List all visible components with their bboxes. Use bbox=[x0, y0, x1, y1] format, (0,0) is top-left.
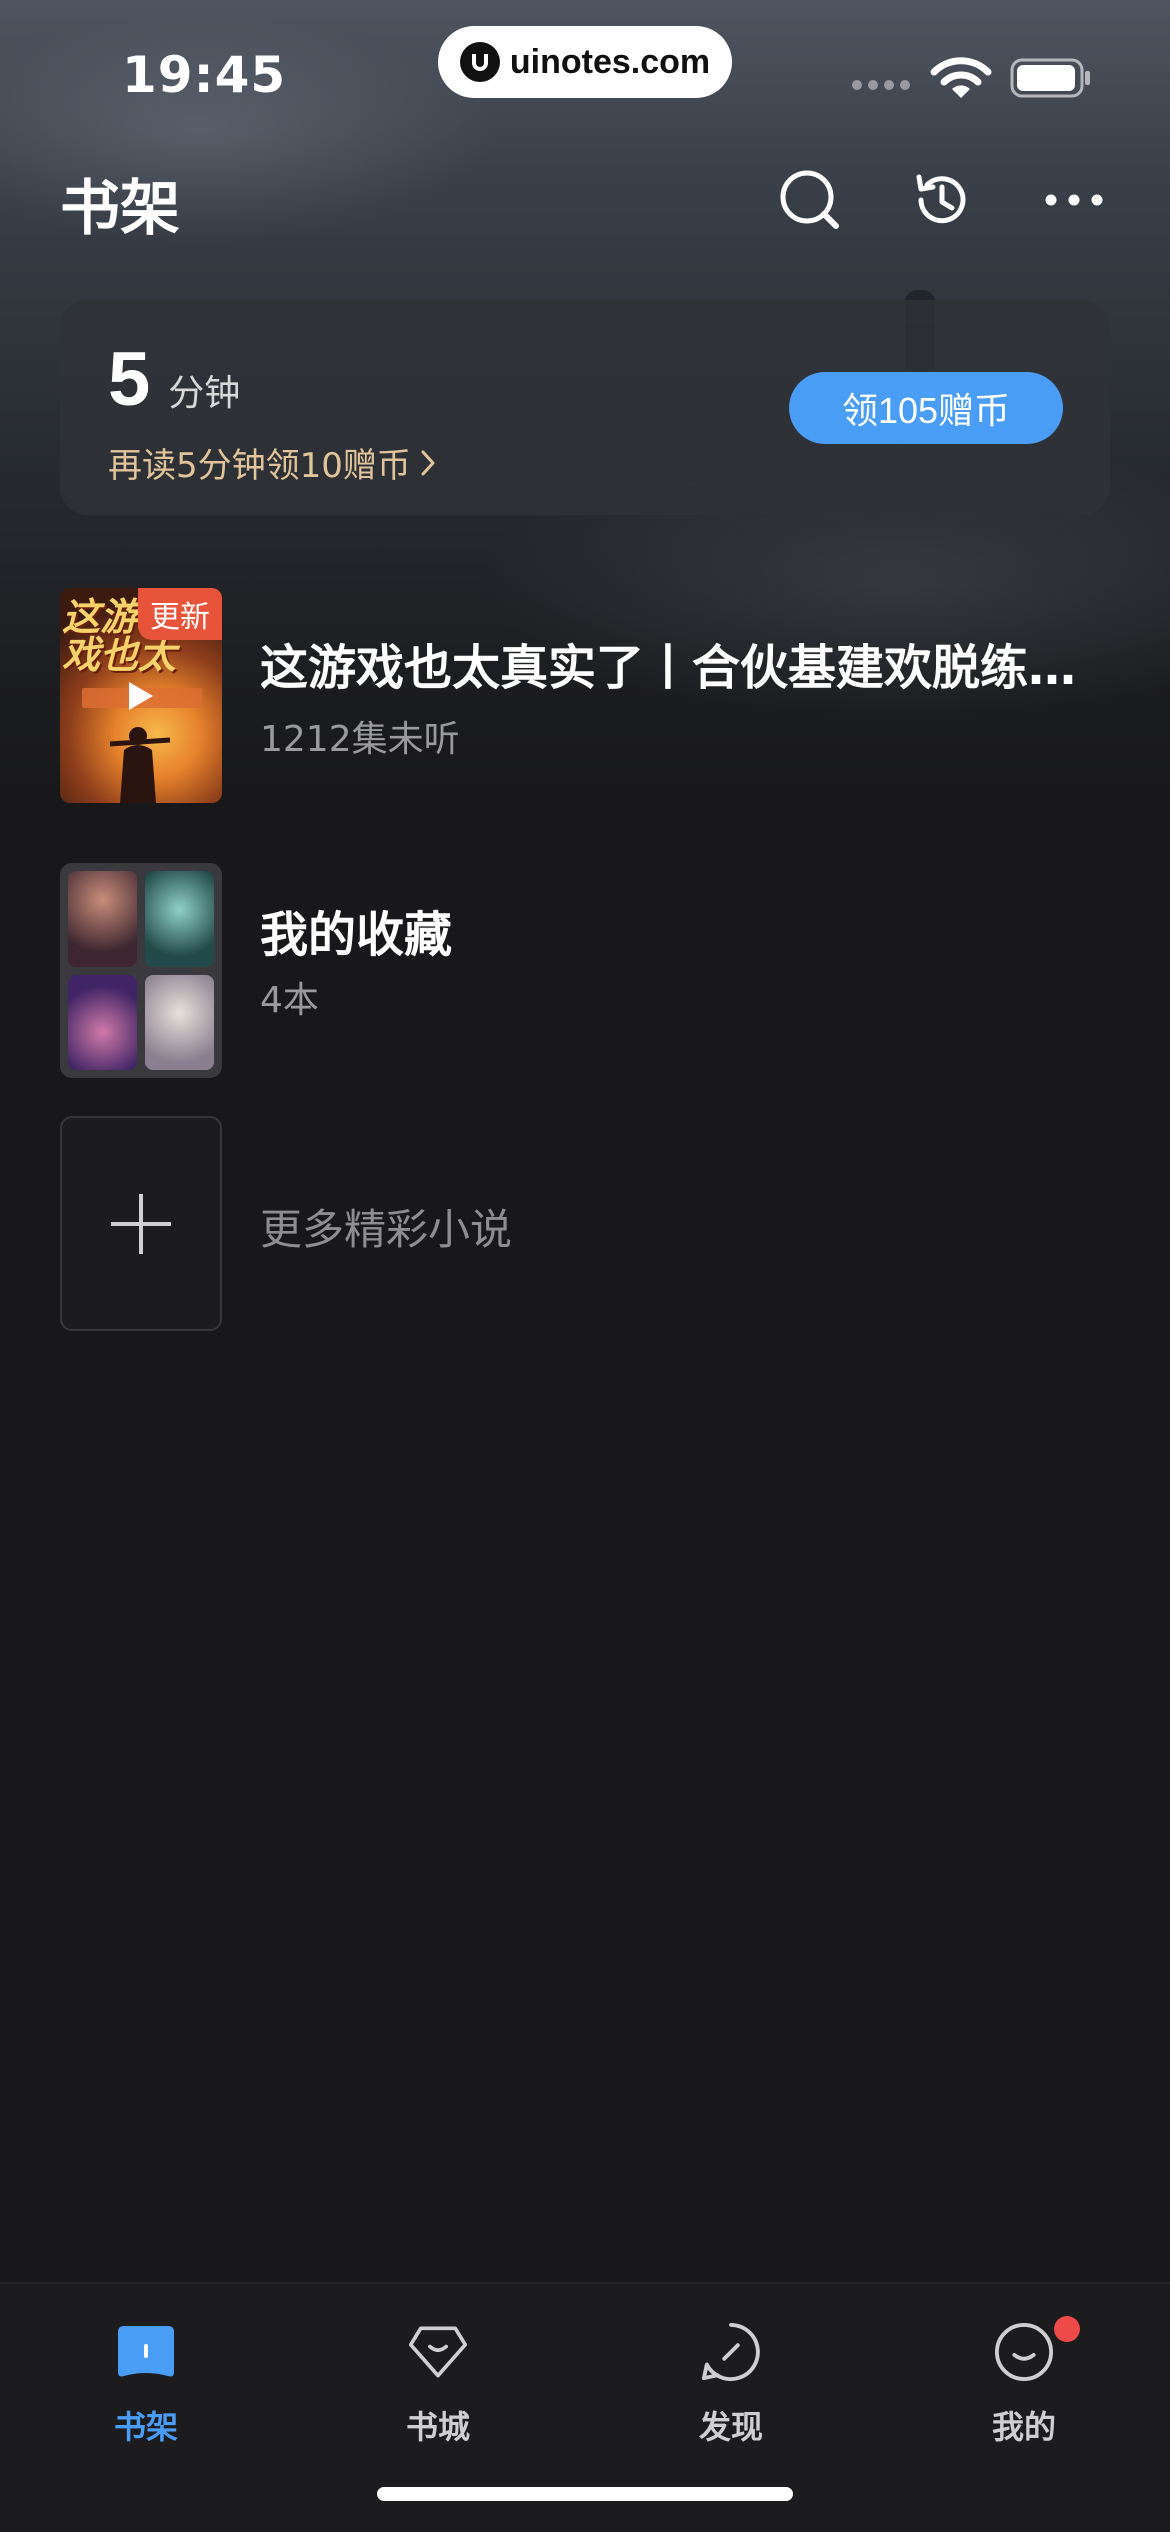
book-title: 这游戏也太真实了丨合伙基建欢脱练… bbox=[260, 640, 1077, 696]
collection-thumb bbox=[145, 974, 214, 1070]
book-item[interactable]: 这游 戏也太 更新 这游戏也太真实了丨合伙基建欢脱练… 1212集未听 bbox=[60, 588, 1110, 803]
chevron-right-icon bbox=[421, 450, 435, 475]
book-cover[interactable]: 这游 戏也太 更新 bbox=[60, 588, 222, 803]
wifi-icon bbox=[930, 56, 992, 106]
minutes-value: 5 bbox=[108, 337, 151, 422]
tab-label: 书架 bbox=[113, 2408, 178, 2446]
add-more-label: 更多精彩小说 bbox=[260, 1205, 513, 1254]
book-progress: 1212集未听 bbox=[260, 719, 460, 760]
tab-discover[interactable]: 发现 bbox=[631, 2304, 831, 2454]
url-text: uinotes.com bbox=[509, 42, 711, 81]
collection-count: 4本 bbox=[260, 980, 319, 1021]
history-button[interactable] bbox=[902, 160, 982, 240]
reading-minutes: 5 分钟 bbox=[108, 342, 240, 418]
update-badge: 更新 bbox=[138, 588, 222, 640]
page-header: 书架 bbox=[0, 150, 1170, 250]
page-title: 书架 bbox=[60, 174, 180, 244]
cellular-signal-icon bbox=[852, 80, 910, 90]
tab-label: 我的 bbox=[991, 2408, 1056, 2446]
reward-hint-text: 再读5分钟领10赠币 bbox=[108, 446, 411, 486]
play-icon[interactable] bbox=[121, 676, 161, 716]
site-logo-icon bbox=[459, 42, 500, 82]
add-more-item[interactable]: 更多精彩小说 bbox=[60, 1116, 1110, 1331]
plus-icon bbox=[111, 1193, 171, 1254]
collection-thumb bbox=[68, 974, 137, 1070]
collection-title: 我的收藏 bbox=[260, 907, 453, 963]
status-time: 19:45 bbox=[122, 46, 287, 104]
collection-item[interactable]: 我的收藏 4本 bbox=[60, 863, 1110, 1078]
tab-bookstore[interactable]: 书城 bbox=[338, 2304, 538, 2454]
search-button[interactable] bbox=[770, 160, 850, 240]
more-icon bbox=[1045, 194, 1103, 206]
compass-icon bbox=[701, 2322, 761, 2382]
more-button[interactable] bbox=[1034, 160, 1114, 240]
reward-hint-link[interactable]: 再读5分钟领10赠币 bbox=[108, 438, 435, 487]
history-icon bbox=[916, 174, 966, 224]
status-bar: 19:45 uinotes.com bbox=[0, 0, 1170, 150]
tab-profile[interactable]: 我的 bbox=[924, 2304, 1124, 2454]
tab-label: 发现 bbox=[698, 2408, 763, 2446]
url-pill[interactable]: uinotes.com bbox=[438, 26, 732, 98]
battery-icon bbox=[1010, 58, 1092, 102]
add-book-button[interactable] bbox=[60, 1116, 222, 1331]
tab-bookshelf[interactable]: 书架 bbox=[46, 2304, 246, 2454]
bookstore-icon bbox=[408, 2322, 468, 2382]
notification-dot bbox=[1054, 2316, 1080, 2342]
collection-thumb bbox=[145, 871, 214, 967]
search-icon bbox=[780, 170, 839, 229]
bookshelf-icon bbox=[116, 2322, 176, 2382]
collection-cover-grid[interactable] bbox=[60, 863, 222, 1078]
reading-reward-card: 5 分钟 再读5分钟领10赠币 领105赠币 bbox=[60, 300, 1110, 515]
cover-silhouette-image bbox=[109, 727, 171, 803]
tab-label: 书城 bbox=[405, 2408, 470, 2446]
claim-coins-button[interactable]: 领105赠币 bbox=[789, 372, 1063, 444]
home-indicator[interactable] bbox=[377, 2487, 793, 2501]
minutes-unit: 分钟 bbox=[168, 373, 241, 414]
collection-thumb bbox=[68, 871, 137, 967]
profile-icon bbox=[994, 2322, 1054, 2382]
